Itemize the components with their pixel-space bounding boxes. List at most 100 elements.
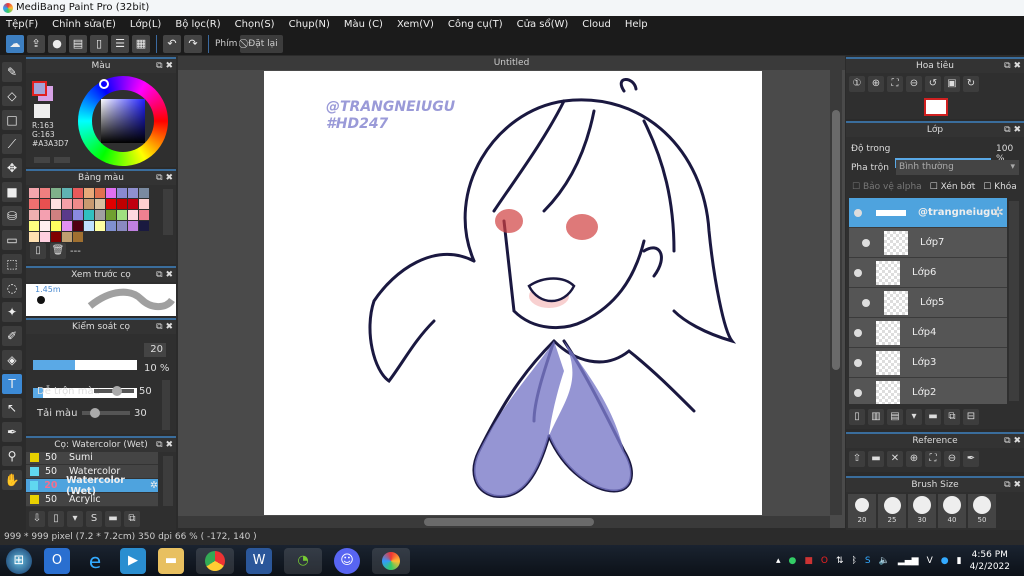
reload-slider[interactable]: [82, 408, 130, 418]
palette-swatch[interactable]: [62, 199, 72, 209]
cloud-upload-icon[interactable]: ⇧: [849, 451, 865, 467]
tray-app-icon[interactable]: ■: [804, 556, 813, 566]
palette-swatch[interactable]: [106, 221, 116, 231]
palette-swatch[interactable]: [95, 188, 105, 198]
layer-scrollbar[interactable]: [1009, 201, 1019, 401]
close-icon[interactable]: ✕: [887, 451, 903, 467]
palette-swatch[interactable]: [40, 188, 50, 198]
canvas-vertical-scrollbar[interactable]: [830, 70, 842, 515]
lasso-tool-icon[interactable]: ◌: [2, 278, 22, 298]
palette-swatch[interactable]: [51, 188, 61, 198]
trash-icon[interactable]: 🗑: [50, 243, 66, 259]
menu-color[interactable]: Màu (C): [344, 16, 383, 33]
menu-view[interactable]: Xem(V): [397, 16, 434, 33]
palette-swatch[interactable]: [40, 199, 50, 209]
brush-item-selected[interactable]: 20 Watercolor (Wet) ✲: [26, 475, 158, 497]
brush-size-slider[interactable]: [33, 360, 137, 370]
palette-swatch[interactable]: [139, 210, 149, 220]
palette-swatch[interactable]: [73, 199, 83, 209]
fit-icon[interactable]: ⛶: [925, 451, 941, 467]
palette-swatch[interactable]: [139, 221, 149, 231]
divide-tool-icon[interactable]: ✒: [2, 422, 22, 442]
new-palette-icon[interactable]: ▯: [30, 243, 46, 259]
medibang-icon[interactable]: [372, 547, 410, 574]
palette-swatch[interactable]: [29, 232, 39, 242]
zoom-app-icon[interactable]: ●: [941, 556, 949, 566]
panel-controls-icon[interactable]: ⧉ ✖: [156, 438, 173, 452]
palette-swatch[interactable]: [62, 188, 72, 198]
palette-swatch[interactable]: [128, 210, 138, 220]
menu-edit[interactable]: Chỉnh sửa(E): [52, 16, 116, 33]
palette-swatch[interactable]: [73, 210, 83, 220]
palette-swatch[interactable]: [84, 210, 94, 220]
panel-controls-icon[interactable]: ⧉ ✖: [1004, 59, 1021, 73]
blend-slider[interactable]: [94, 386, 134, 396]
visibility-icon[interactable]: [854, 328, 862, 337]
operation-tool-icon[interactable]: ↖: [2, 398, 22, 418]
visibility-icon[interactable]: [854, 358, 862, 367]
gear-icon[interactable]: ✲: [992, 205, 1004, 221]
zoom-out-icon[interactable]: ⊖: [906, 76, 922, 92]
line-tool-icon[interactable]: ⟋: [2, 134, 22, 154]
share-icon[interactable]: ⇪: [27, 35, 45, 53]
brush-size-value[interactable]: 20: [144, 343, 166, 357]
palette-swatch[interactable]: [117, 210, 127, 220]
cloud-icon[interactable]: ☁: [6, 35, 24, 53]
select-tool-icon[interactable]: ⬚: [2, 254, 22, 274]
palette-swatch[interactable]: [73, 232, 83, 242]
zoom-out-icon[interactable]: ⊖: [944, 451, 960, 467]
palette-swatch[interactable]: [40, 221, 50, 231]
bucket-tool-icon[interactable]: ⛁: [2, 206, 22, 226]
canvas-paper[interactable]: @TRANGNEIUGU #HD247: [264, 71, 762, 515]
palette-swatch[interactable]: [106, 210, 116, 220]
hue-handle[interactable]: [99, 79, 109, 89]
new-8bit-layer-icon[interactable]: ▤: [887, 409, 903, 425]
rectangle-tool-icon[interactable]: □: [2, 110, 22, 130]
flip-icon[interactable]: ▣: [944, 76, 960, 92]
palette-swatch[interactable]: [95, 199, 105, 209]
palette-swatch[interactable]: [84, 221, 94, 231]
move-tool-icon[interactable]: ✥: [2, 158, 22, 178]
comment-icon[interactable]: ●: [48, 35, 66, 53]
panel-controls-icon[interactable]: ⧉ ✖: [156, 171, 173, 185]
rotate-right-icon[interactable]: ↻: [963, 76, 979, 92]
navigator-thumbnail[interactable]: [924, 98, 948, 116]
select-eraser-icon[interactable]: ◈: [2, 350, 22, 370]
palette-swatch[interactable]: [62, 210, 72, 220]
palette-swatch[interactable]: [51, 199, 61, 209]
panel-controls-icon[interactable]: ⧉ ✖: [156, 320, 173, 334]
palette-swatch[interactable]: [51, 221, 61, 231]
zoom-in-icon[interactable]: ⊕: [868, 76, 884, 92]
folder-icon[interactable]: ▬: [925, 409, 941, 425]
brush-control-scrollbar[interactable]: [162, 380, 170, 430]
palette-swatch[interactable]: [84, 199, 94, 209]
signal-icon[interactable]: ▂▄▆: [898, 556, 919, 566]
menu-window[interactable]: Cửa sổ(W): [517, 16, 569, 33]
visibility-icon[interactable]: [862, 298, 870, 307]
add-layer-dropdown-icon[interactable]: ▾: [906, 409, 922, 425]
palette-swatch[interactable]: [40, 232, 50, 242]
fill-rect-tool-icon[interactable]: ■: [2, 182, 22, 202]
palette-swatch[interactable]: [40, 210, 50, 220]
folder-icon[interactable]: ▬: [105, 511, 121, 527]
palette-swatch[interactable]: [73, 221, 83, 231]
saturation-square[interactable]: [101, 99, 145, 143]
palette-swatch[interactable]: [29, 199, 39, 209]
magic-wand-icon[interactable]: ✦: [2, 302, 22, 322]
brush-tool-icon[interactable]: ✎: [2, 62, 22, 82]
zoom-in-icon[interactable]: ⊕: [906, 451, 922, 467]
redo-button[interactable]: ↷: [184, 35, 202, 53]
brush-size-preset[interactable]: 50: [968, 494, 996, 528]
open-folder-icon[interactable]: ▬: [868, 451, 884, 467]
chrome-icon[interactable]: [196, 547, 234, 574]
blend-mode-select[interactable]: Bình thường ▾: [896, 160, 1019, 175]
palette-swatch[interactable]: [139, 199, 149, 209]
media-player-icon[interactable]: ▶: [120, 547, 146, 574]
palette-swatch[interactable]: [117, 221, 127, 231]
visibility-icon[interactable]: [854, 268, 862, 277]
new-halftone-layer-icon[interactable]: ▥: [868, 409, 884, 425]
menu-snap[interactable]: Chụp(N): [289, 16, 330, 33]
document-icon[interactable]: ▯: [90, 35, 108, 53]
palette-swatch[interactable]: [128, 188, 138, 198]
palette-swatch[interactable]: [117, 188, 127, 198]
